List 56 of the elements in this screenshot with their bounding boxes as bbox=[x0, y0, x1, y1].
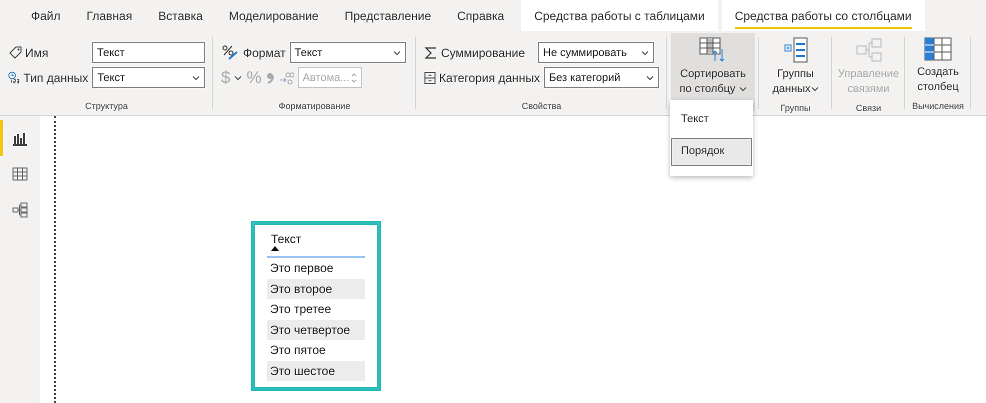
caret-icon bbox=[192, 74, 200, 80]
caret-icon bbox=[738, 86, 746, 92]
caret-icon bbox=[234, 74, 242, 80]
field-label: Тип данных bbox=[23, 70, 88, 84]
ribbon-tab[interactable]: Представление bbox=[332, 0, 444, 31]
ribbon-tab[interactable]: Справка bbox=[444, 0, 518, 31]
dropdown-field[interactable]: Не суммировать bbox=[538, 42, 654, 63]
field-label: Категория данных bbox=[438, 70, 540, 84]
data-type-icon bbox=[8, 70, 20, 85]
table-cell-text: Это пятое bbox=[269, 342, 327, 359]
caret-icon bbox=[392, 50, 401, 56]
column-header[interactable]: Текст bbox=[271, 232, 361, 246]
group-label: Структура bbox=[84, 100, 129, 113]
format-icon bbox=[221, 45, 239, 60]
relations-icon bbox=[854, 37, 882, 63]
ribbon-tab[interactable]: Главная bbox=[74, 0, 146, 31]
field-label: Имя bbox=[25, 46, 48, 60]
dropdown-field[interactable]: Текст bbox=[92, 67, 205, 88]
ribbon-button[interactable]: Группы данных bbox=[763, 33, 828, 101]
spinner-icon bbox=[350, 72, 357, 84]
ribbon-tab[interactable]: Средства работы со столбцами bbox=[722, 0, 925, 31]
menu-item[interactable]: Порядок bbox=[671, 138, 752, 166]
input-field[interactable]: Текст bbox=[92, 42, 205, 63]
tag-icon bbox=[8, 46, 22, 60]
group-label: Связи bbox=[854, 102, 882, 115]
table-cell-text: Это первое bbox=[269, 260, 334, 277]
new-column-icon bbox=[924, 37, 952, 61]
dropdown-field[interactable]: Без категорий bbox=[544, 67, 659, 88]
table-cell: Это шестое bbox=[267, 360, 365, 381]
table-icon bbox=[12, 167, 28, 181]
ribbon-tab[interactable]: Моделирование bbox=[216, 0, 332, 31]
ribbon-tab[interactable]: Файл bbox=[18, 0, 74, 31]
group-label: Группы bbox=[780, 102, 812, 115]
group-label: Вычисления bbox=[911, 100, 965, 113]
decimal-icon bbox=[278, 70, 294, 84]
group-label: Форматирование bbox=[278, 100, 352, 113]
ribbon-tab[interactable]: Средства работы с таблицами bbox=[521, 0, 718, 31]
ribbon-button[interactable]: Создать столбец bbox=[909, 33, 967, 99]
group-label: Свойства bbox=[520, 100, 562, 113]
ribbon-tab[interactable]: Вставка bbox=[145, 0, 216, 31]
field-label: Формат bbox=[243, 46, 286, 60]
groups-icon bbox=[782, 37, 808, 63]
category-icon bbox=[424, 70, 436, 84]
caret-icon bbox=[641, 50, 649, 56]
sigma-icon bbox=[424, 46, 438, 60]
field-label: Суммирование bbox=[441, 46, 525, 60]
caret-icon bbox=[810, 86, 819, 92]
table-cell: Это второе bbox=[267, 278, 365, 299]
bar-chart-icon bbox=[12, 130, 28, 146]
comma-icon bbox=[266, 72, 274, 84]
sort-ascending-icon bbox=[271, 246, 279, 251]
table-cell-text: Это третее bbox=[269, 301, 332, 318]
model-icon bbox=[12, 202, 28, 218]
sort-table-icon bbox=[699, 37, 727, 63]
table-cell: Это четвертое bbox=[267, 320, 365, 340]
caret-icon bbox=[646, 74, 654, 80]
